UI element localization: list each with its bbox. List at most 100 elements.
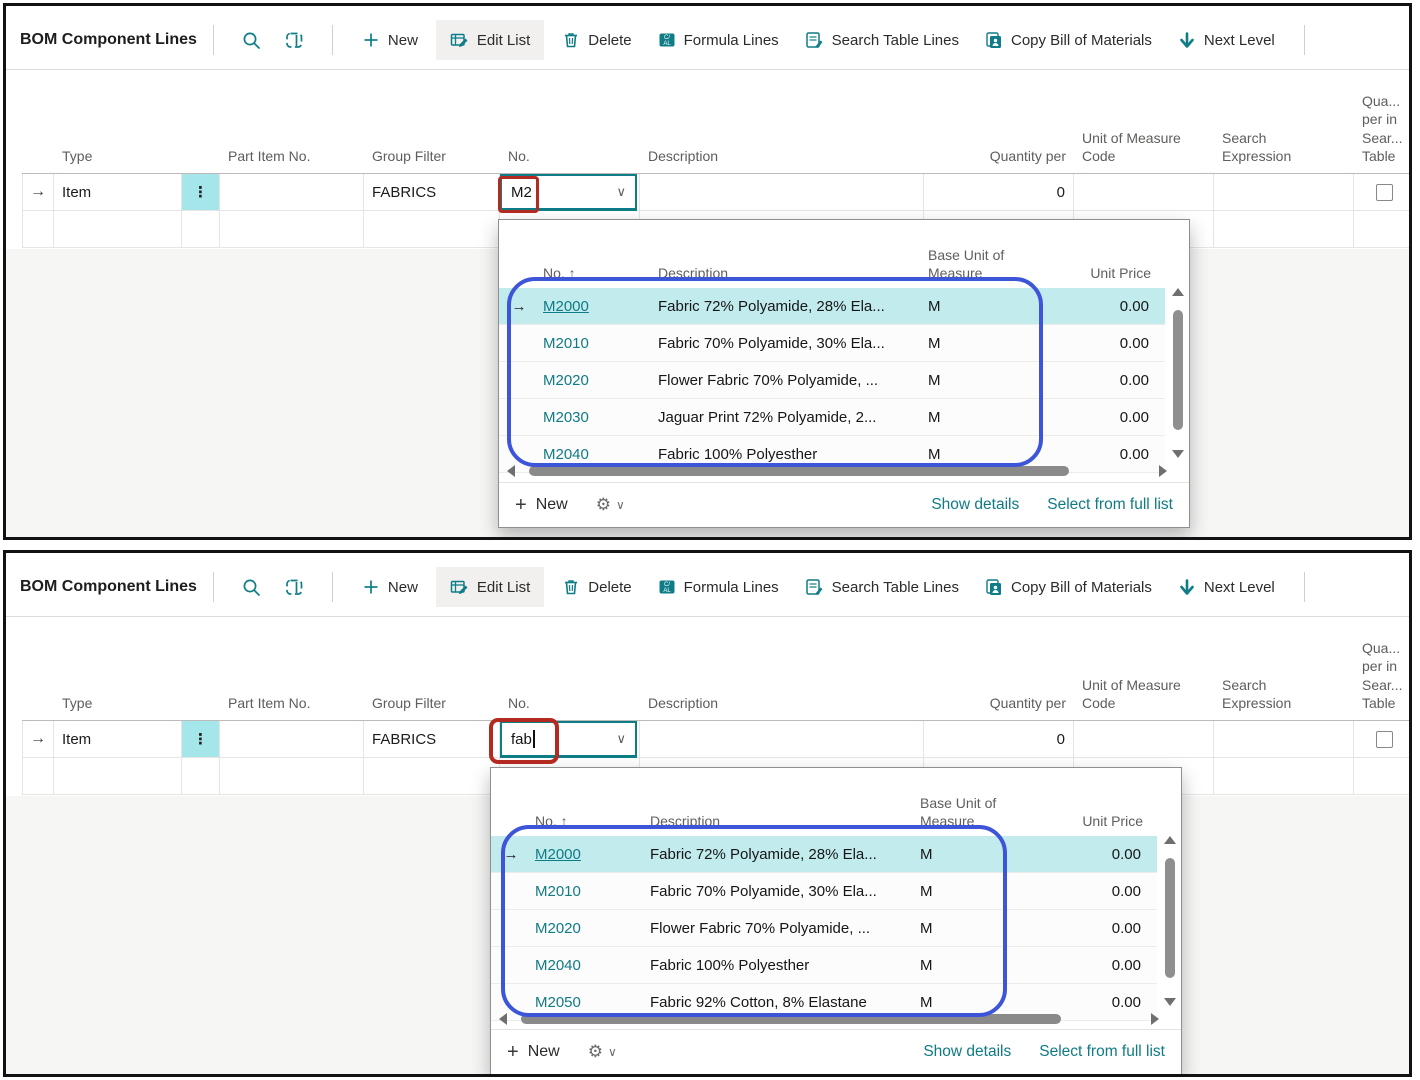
item-no-link[interactable]: M2020 <box>539 372 654 389</box>
column-header-search-expression[interactable]: SearchExpression <box>1214 676 1354 720</box>
show-details-link[interactable]: Show details <box>923 1043 1011 1061</box>
dropdown-col-unit-price[interactable]: Unit Price <box>1036 812 1151 830</box>
scrollbar-thumb[interactable] <box>529 466 1069 476</box>
scroll-right-icon[interactable] <box>1151 1013 1159 1025</box>
column-header-unit-of-measure-code[interactable]: Unit of MeasureCode <box>1074 676 1214 720</box>
column-header-search-expression[interactable]: SearchExpression <box>1214 129 1354 173</box>
no-input[interactable]: fab∨ <box>500 721 637 758</box>
lookup-row[interactable]: M2010 Fabric 70% Polyamide, 30% Ela... M… <box>499 325 1165 362</box>
edit-list-button[interactable]: Edit List <box>436 20 544 60</box>
scroll-down-icon[interactable] <box>1164 998 1176 1006</box>
column-header-type[interactable]: Type <box>54 694 182 720</box>
type-cell[interactable]: Item <box>54 174 182 211</box>
type-cell[interactable]: Item <box>54 721 182 758</box>
formula-lines-button[interactable]: Formula Lines <box>658 578 779 596</box>
show-details-link[interactable]: Show details <box>931 496 1019 514</box>
item-no-link[interactable]: M2030 <box>539 409 654 426</box>
column-header-group-filter[interactable]: Group Filter <box>364 694 500 720</box>
column-header-unit-of-measure-code[interactable]: Unit of MeasureCode <box>1074 129 1214 173</box>
quantity-per-cell[interactable]: 0 <box>924 721 1074 758</box>
scrollbar-thumb[interactable] <box>1173 310 1183 430</box>
scroll-left-icon[interactable] <box>499 1013 507 1025</box>
group-filter-cell[interactable]: FABRICS <box>364 721 500 758</box>
column-header-part-item-no[interactable]: Part Item No. <box>220 694 364 720</box>
group-filter-cell[interactable]: FABRICS <box>364 174 500 211</box>
next-level-button[interactable]: Next Level <box>1178 31 1275 49</box>
horizontal-scrollbar[interactable] <box>499 1013 1159 1025</box>
row-options-button[interactable]: ⋮ <box>182 721 220 758</box>
description-cell[interactable] <box>640 721 924 758</box>
horizontal-scrollbar[interactable] <box>507 465 1167 477</box>
part-item-no-cell[interactable] <box>220 721 364 758</box>
uom-code-cell[interactable] <box>1074 174 1214 211</box>
column-header-group-filter[interactable]: Group Filter <box>364 147 500 173</box>
column-header-qty-per-in-search-table[interactable]: Qua...per inSear...Table <box>1354 92 1412 173</box>
column-header-type[interactable]: Type <box>54 147 182 173</box>
column-header-description[interactable]: Description <box>640 694 924 720</box>
dropdown-col-base-uom[interactable]: Base Unit ofMeasure <box>924 246 1044 282</box>
vertical-scrollbar[interactable] <box>1170 284 1186 462</box>
column-header-quantity-per[interactable]: Quantity per <box>924 147 1074 173</box>
lookup-row[interactable]: M2010 Fabric 70% Polyamide, 30% Ela... M… <box>491 873 1157 910</box>
new-button[interactable]: New <box>362 578 418 596</box>
lookup-row[interactable]: M2030 Jaguar Print 72% Polyamide, 2... M… <box>499 399 1165 436</box>
item-no-link[interactable]: M2010 <box>531 883 646 900</box>
search-expression-cell[interactable] <box>1214 721 1354 758</box>
dropdown-col-unit-price[interactable]: Unit Price <box>1044 264 1159 282</box>
part-item-no-cell[interactable] <box>220 174 364 211</box>
vertical-scrollbar[interactable] <box>1162 832 1178 1010</box>
chevron-down-icon[interactable]: ∨ <box>616 731 626 747</box>
dropdown-new-button[interactable]: +New <box>515 495 568 515</box>
lookup-row[interactable]: M2020 Flower Fabric 70% Polyamide, ... M… <box>499 362 1165 399</box>
item-no-link[interactable]: M2000 <box>531 846 646 863</box>
dropdown-settings-button[interactable]: ⚙∨ <box>588 1042 617 1062</box>
new-button[interactable]: New <box>362 31 418 49</box>
column-header-no[interactable]: No. <box>500 694 640 720</box>
scrollbar-thumb[interactable] <box>1165 858 1175 978</box>
item-no-link[interactable]: M2020 <box>531 920 646 937</box>
delete-button[interactable]: Delete <box>562 578 631 596</box>
uom-code-cell[interactable] <box>1074 721 1214 758</box>
focus-mode-button[interactable] <box>285 31 304 50</box>
scroll-up-icon[interactable] <box>1164 836 1176 844</box>
search-button[interactable] <box>242 31 261 50</box>
edit-list-button[interactable]: Edit List <box>436 567 544 607</box>
delete-button[interactable]: Delete <box>562 31 631 49</box>
dropdown-col-description[interactable]: Description <box>654 264 924 282</box>
focus-mode-button[interactable] <box>285 578 304 597</box>
scroll-left-icon[interactable] <box>507 465 515 477</box>
item-no-link[interactable]: M2040 <box>539 446 654 463</box>
formula-lines-button[interactable]: Formula Lines <box>658 31 779 49</box>
column-header-quantity-per[interactable]: Quantity per <box>924 694 1074 720</box>
search-expression-cell[interactable] <box>1214 174 1354 211</box>
search-button[interactable] <box>242 578 261 597</box>
copy-bill-of-materials-button[interactable]: Copy Bill of Materials <box>985 31 1152 50</box>
scrollbar-thumb[interactable] <box>521 1014 1061 1024</box>
lookup-row[interactable]: → M2000 Fabric 72% Polyamide, 28% Ela...… <box>491 836 1157 873</box>
dropdown-new-button[interactable]: +New <box>507 1042 560 1062</box>
search-table-lines-button[interactable]: Search Table Lines <box>805 578 959 597</box>
next-level-button[interactable]: Next Level <box>1178 578 1275 596</box>
no-input[interactable]: M2∨ <box>500 174 637 211</box>
scroll-right-icon[interactable] <box>1159 465 1167 477</box>
dropdown-col-base-uom[interactable]: Base Unit ofMeasure <box>916 794 1036 830</box>
lookup-row[interactable]: M2020 Flower Fabric 70% Polyamide, ... M… <box>491 910 1157 947</box>
chevron-down-icon[interactable]: ∨ <box>616 184 626 200</box>
select-from-full-list-link[interactable]: Select from full list <box>1047 496 1173 514</box>
dropdown-col-description[interactable]: Description <box>646 812 916 830</box>
select-from-full-list-link[interactable]: Select from full list <box>1039 1043 1165 1061</box>
scroll-up-icon[interactable] <box>1172 288 1184 296</box>
item-no-link[interactable]: M2040 <box>531 957 646 974</box>
checkbox[interactable] <box>1376 731 1393 748</box>
search-table-lines-button[interactable]: Search Table Lines <box>805 31 959 50</box>
item-no-link[interactable]: M2000 <box>539 298 654 315</box>
column-header-no[interactable]: No. <box>500 147 640 173</box>
column-header-qty-per-in-search-table[interactable]: Qua...per inSear...Table <box>1354 639 1412 720</box>
quantity-per-cell[interactable]: 0 <box>924 174 1074 211</box>
description-cell[interactable] <box>640 174 924 211</box>
item-no-link[interactable]: M2050 <box>531 994 646 1011</box>
copy-bill-of-materials-button[interactable]: Copy Bill of Materials <box>985 578 1152 597</box>
row-options-button[interactable]: ⋮ <box>182 174 220 211</box>
dropdown-col-no[interactable]: No. ↑ <box>539 264 654 282</box>
dropdown-col-no[interactable]: No. ↑ <box>531 812 646 830</box>
